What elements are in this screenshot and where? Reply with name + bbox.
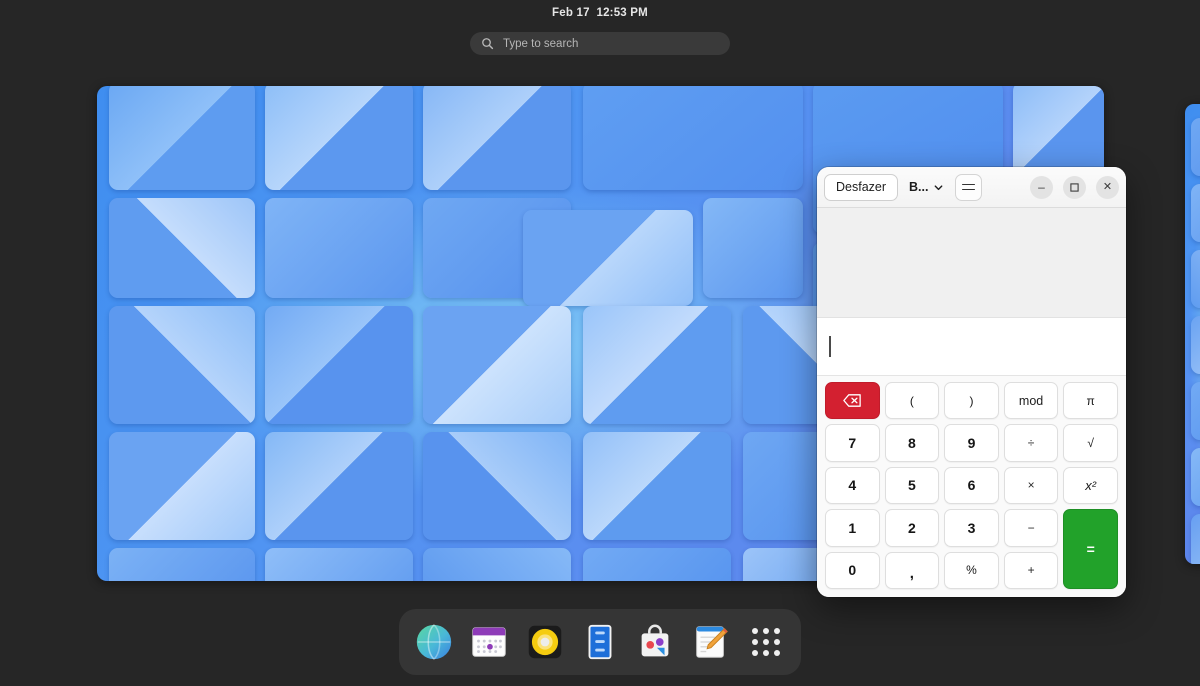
file-cabinet-icon: [588, 624, 612, 660]
key-digit-6[interactable]: 6: [944, 466, 999, 505]
dock-item-show-apps[interactable]: [745, 620, 787, 664]
key-modulo[interactable]: mod: [1003, 382, 1059, 420]
calendar-icon: [472, 627, 507, 657]
calculator-mode-label: B...: [909, 180, 929, 194]
dock-item-web-browser[interactable]: [413, 620, 455, 664]
key-digit-0[interactable]: 0: [825, 551, 880, 589]
key-square-root[interactable]: √: [1063, 424, 1118, 462]
search-icon: [481, 37, 494, 50]
calculator-history-area[interactable]: [817, 208, 1126, 318]
key-decimal-separator[interactable]: ,: [884, 551, 940, 589]
dock: [399, 609, 801, 675]
undo-button[interactable]: Desfazer: [824, 173, 899, 201]
text-caret: [829, 336, 831, 357]
window-header-bar: Desfazer B... – ✕: [817, 167, 1126, 208]
workspace-thumbnail-next[interactable]: [1185, 104, 1200, 564]
hamburger-menu-icon: [962, 183, 976, 191]
dock-item-files[interactable]: [579, 620, 621, 664]
backspace-icon: [843, 394, 862, 408]
key-digit-7[interactable]: 7: [825, 424, 880, 462]
key-pi[interactable]: π: [1063, 382, 1118, 420]
dock-item-text-editor[interactable]: [689, 620, 731, 664]
key-digit-2[interactable]: 2: [884, 509, 940, 547]
clock[interactable]: Feb 17 12:53 PM: [552, 7, 648, 19]
dock-item-calendar[interactable]: [468, 620, 510, 664]
key-multiply[interactable]: ×: [1003, 466, 1059, 505]
hamburger-menu-button[interactable]: [955, 173, 983, 201]
key-equals[interactable]: =: [1063, 509, 1118, 589]
minimize-button[interactable]: –: [1030, 175, 1053, 199]
search-placeholder: Type to search: [503, 37, 579, 50]
key-subtract[interactable]: −: [1003, 509, 1059, 547]
wallpaper-next: [1185, 104, 1200, 564]
calculator-window: Desfazer B... – ✕ () mod π 7 8 9 ÷ √ 4 …: [817, 167, 1126, 597]
search-input[interactable]: Type to search: [470, 32, 730, 55]
key-digit-5[interactable]: 5: [884, 466, 940, 505]
top-bar: Feb 17 12:53 PM: [0, 0, 1200, 26]
grid-dots-icon: [751, 628, 780, 656]
chevron-down-icon: [933, 182, 944, 193]
notepad-pencil-icon: [695, 626, 728, 658]
maximize-button[interactable]: [1063, 175, 1086, 199]
desktop-overview: Feb 17 12:53 PM Type to search Desfazer …: [0, 0, 1200, 686]
key-close-paren[interactable]: ): [944, 382, 999, 420]
key-percent[interactable]: %: [944, 551, 999, 589]
speaker-icon: [528, 625, 561, 659]
key-digit-8[interactable]: 8: [884, 424, 940, 462]
calculator-entry-field[interactable]: [817, 318, 1126, 376]
shopping-bag-icon: [641, 624, 669, 657]
key-backspace[interactable]: [825, 382, 880, 420]
maximize-icon: [1070, 182, 1079, 192]
calculator-keypad: ( ) mod π 7 8 9 ÷ √ 4 5 6 × x² 1 2 3 − =…: [817, 376, 1126, 597]
key-square[interactable]: x²: [1063, 466, 1118, 505]
globe-icon: [416, 624, 452, 660]
key-digit-9[interactable]: 9: [944, 424, 999, 462]
dock-item-music[interactable]: [524, 620, 566, 664]
key-add[interactable]: +: [1003, 551, 1059, 589]
key-digit-4[interactable]: 4: [825, 466, 880, 505]
key-divide[interactable]: ÷: [1003, 424, 1059, 462]
key-digit-3[interactable]: 3: [944, 509, 999, 547]
key-digit-1[interactable]: 1: [825, 509, 880, 547]
dock-item-software[interactable]: [634, 620, 676, 664]
key-open-paren[interactable]: (: [884, 382, 940, 420]
close-button[interactable]: ✕: [1096, 175, 1119, 199]
calculator-mode-dropdown[interactable]: B...: [904, 174, 949, 201]
